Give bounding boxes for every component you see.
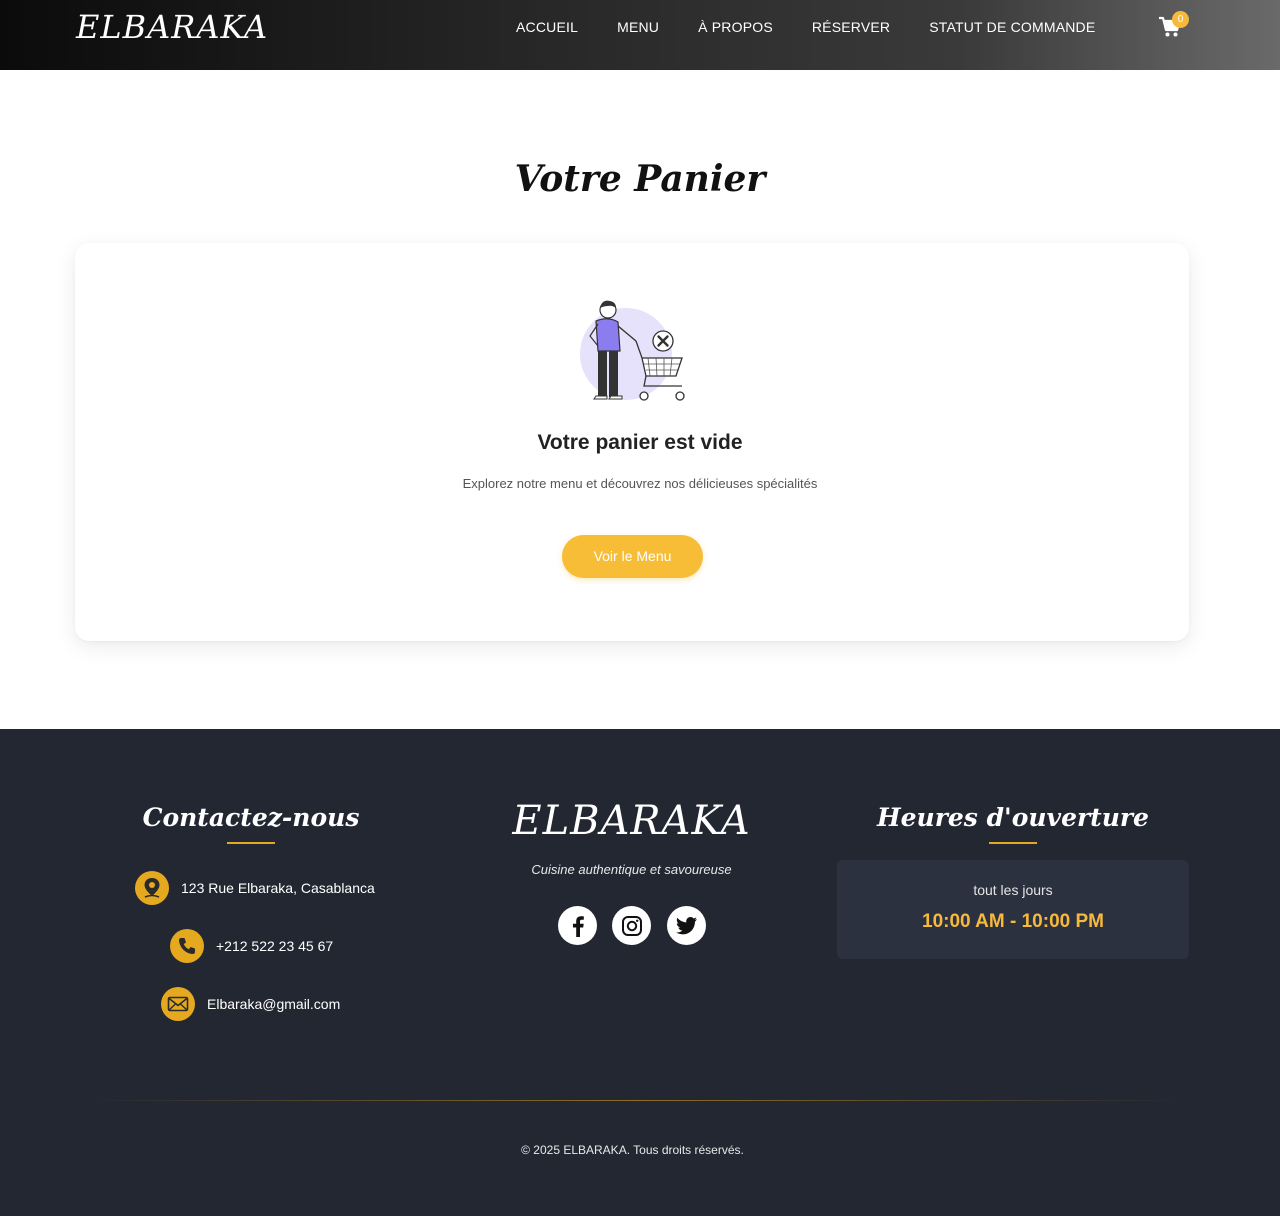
contact-email-text[interactable]: Elbaraka@gmail.com xyxy=(207,996,340,1012)
page-title: Votre Panier xyxy=(514,158,766,200)
navbar: ELBARAKA ACCUEIL MENU À PROPOS RÉSERVER … xyxy=(0,0,1280,70)
contact-email: Elbaraka@gmail.com xyxy=(161,987,340,1021)
contact-phone-text[interactable]: +212 522 23 45 67 xyxy=(216,938,333,954)
contact-phone: +212 522 23 45 67 xyxy=(170,929,333,963)
empty-cart-title: Votre panier est vide xyxy=(537,431,743,454)
footer-divider xyxy=(86,1100,1186,1101)
contact-address-text: 123 Rue Elbaraka, Casablanca xyxy=(181,880,375,896)
twitter-icon[interactable] xyxy=(667,906,706,945)
empty-cart-subtitle: Explorez notre menu et découvrez nos dél… xyxy=(462,476,818,491)
copyright-text: © 2025 ELBARAKA. Tous droits réservés. xyxy=(521,1143,744,1157)
hours-box xyxy=(837,860,1189,959)
brand-logo[interactable]: ELBARAKA xyxy=(76,8,268,46)
cart-count-badge: 0 xyxy=(1172,11,1189,28)
empty-cart-illustration xyxy=(578,296,688,406)
nav-link-reserver[interactable]: RÉSERVER xyxy=(812,19,890,35)
instagram-icon[interactable] xyxy=(612,906,651,945)
nav-link-accueil[interactable]: ACCUEIL xyxy=(516,19,578,35)
envelope-icon xyxy=(161,987,195,1021)
hours-time: 10:00 AM - 10:00 PM xyxy=(922,911,1104,932)
nav-links: ACCUEIL MENU À PROPOS RÉSERVER STATUT DE… xyxy=(516,0,1134,54)
hours-heading: Heures d'ouverture xyxy=(877,803,1149,832)
hours-days: tout les jours xyxy=(973,882,1053,898)
facebook-icon[interactable] xyxy=(558,906,597,945)
phone-icon xyxy=(170,929,204,963)
view-menu-button[interactable]: Voir le Menu xyxy=(562,535,703,578)
hours-heading-underline xyxy=(989,842,1037,844)
nav-link-menu[interactable]: MENU xyxy=(617,19,659,35)
nav-link-statut-commande[interactable]: STATUT DE COMMANDE xyxy=(929,19,1095,35)
nav-link-a-propos[interactable]: À PROPOS xyxy=(698,19,773,35)
